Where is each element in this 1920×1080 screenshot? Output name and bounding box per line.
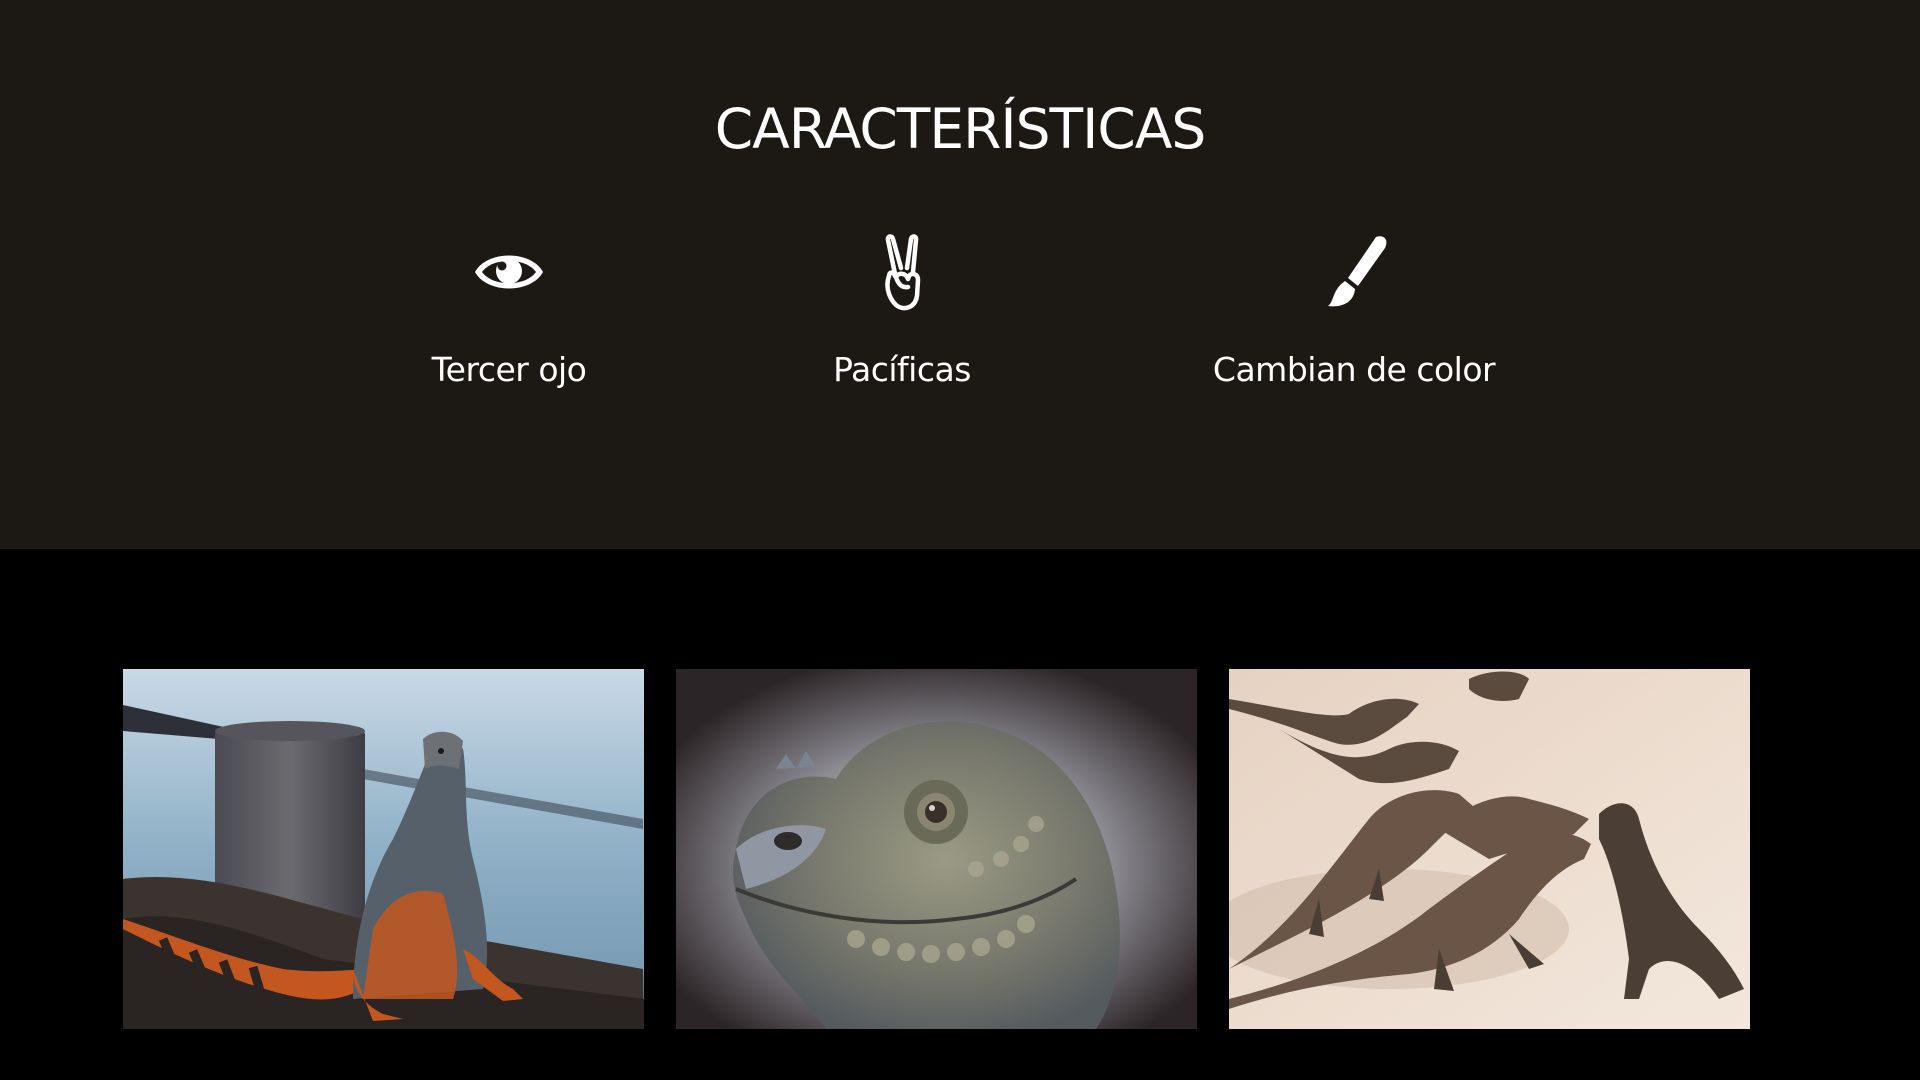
features-section: CARACTERÍSTICAS Tercer ojo Pacíficas Cam… bbox=[0, 0, 1920, 549]
feature-item-pacificas: Pacíficas bbox=[722, 232, 1082, 390]
photo-iguana-head bbox=[676, 669, 1197, 1029]
eye-icon bbox=[475, 255, 543, 289]
gallery-section bbox=[0, 549, 1920, 1080]
feature-label: Cambian de color bbox=[1212, 350, 1496, 389]
paintbrush-icon bbox=[1328, 236, 1387, 307]
feature-label: Tercer ojo bbox=[431, 350, 587, 389]
peace-hand-icon bbox=[885, 234, 921, 311]
feature-item-cambian-de-color: Cambian de color bbox=[1174, 232, 1534, 390]
photo-iguana-rocks bbox=[123, 669, 644, 1029]
features-title: CARACTERÍSTICAS bbox=[714, 97, 1207, 161]
photo-iguanas-sand bbox=[1229, 669, 1750, 1029]
feature-item-tercer-ojo: Tercer ojo bbox=[329, 232, 689, 390]
feature-label: Pacíficas bbox=[833, 350, 971, 389]
